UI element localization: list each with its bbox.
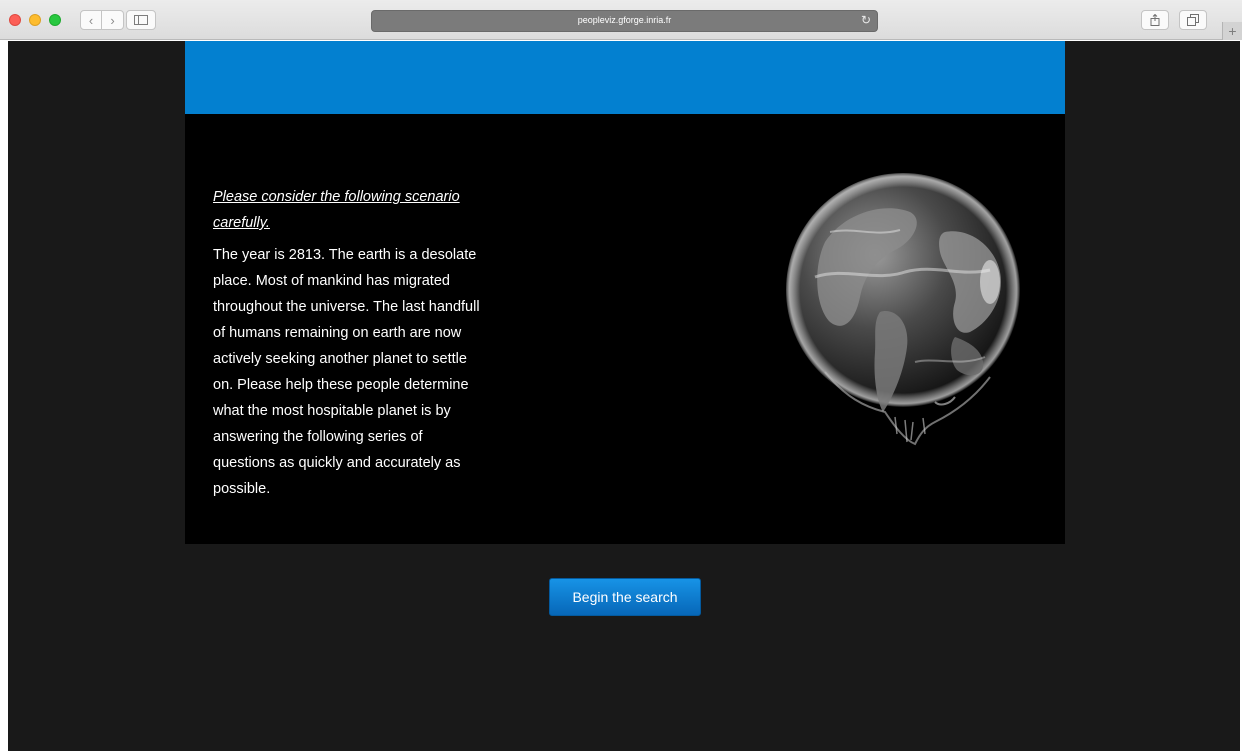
reload-icon[interactable]: ↻ (861, 14, 871, 26)
tabs-icon (1187, 14, 1199, 26)
forward-button[interactable]: › (102, 10, 124, 30)
plus-icon: + (1228, 23, 1237, 39)
toolbar-right-buttons (1141, 10, 1207, 30)
earth-globe-image (786, 173, 1020, 446)
chevron-right-icon: › (110, 12, 115, 28)
minimize-window-button[interactable] (29, 14, 41, 26)
tabs-overview-button[interactable] (1179, 10, 1207, 30)
scenario-panel: Please consider the following scenario c… (185, 114, 1065, 544)
maximize-window-button[interactable] (49, 14, 61, 26)
intro-text: The year is 2813. The earth is a desolat… (213, 247, 480, 497)
sidebar-icon (134, 15, 148, 25)
share-button[interactable] (1141, 10, 1169, 30)
url-text: peopleviz.gforge.inria.fr (577, 15, 672, 25)
page-viewport: Please consider the following scenario c… (8, 41, 1240, 751)
share-icon (1150, 14, 1160, 26)
back-button[interactable]: ‹ (80, 10, 102, 30)
scenario-intro: Please consider the following scenario c… (213, 184, 483, 502)
chevron-left-icon: ‹ (88, 12, 94, 28)
panel-header-bar (185, 41, 1065, 114)
browser-toolbar: ‹ › peopleviz.gforge.inria.fr ↻ + (0, 0, 1242, 40)
intro-heading: Please consider the following scenario c… (213, 189, 460, 231)
new-tab-button[interactable]: + (1222, 22, 1242, 40)
close-window-button[interactable] (9, 14, 21, 26)
window-controls (9, 14, 61, 26)
begin-search-button[interactable]: Begin the search (549, 578, 701, 616)
address-bar[interactable]: peopleviz.gforge.inria.fr ↻ (371, 10, 878, 32)
sidebar-button[interactable] (126, 10, 156, 30)
navigation-buttons: ‹ › (80, 10, 124, 30)
